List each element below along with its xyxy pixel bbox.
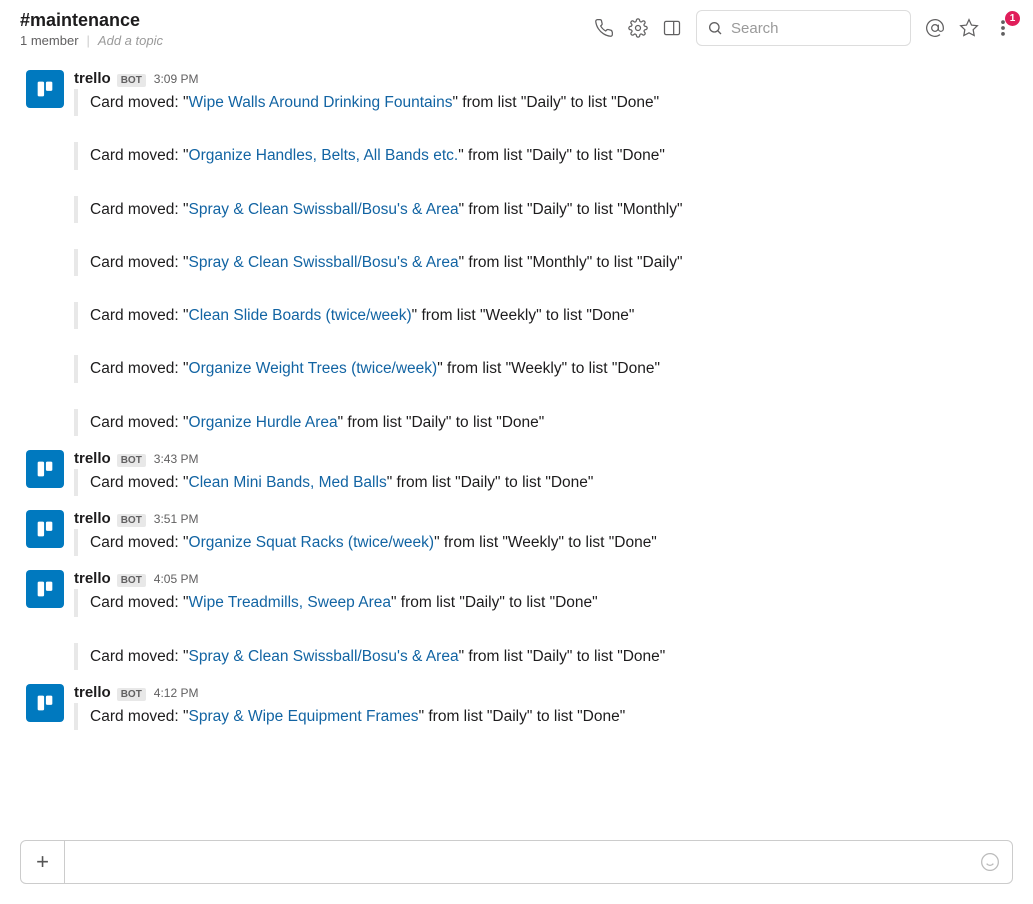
timestamp[interactable]: 4:05 PM: [154, 572, 199, 586]
sender-name[interactable]: trello: [74, 450, 111, 467]
message-header: trello BOT 4:05 PM: [74, 570, 1013, 587]
message-group: trello BOT 3:51 PM Card moved: "Organize…: [26, 510, 1013, 556]
card-link[interactable]: Spray & Clean Swissball/Bosu's & Area: [189, 254, 459, 271]
message-body: trello BOT 4:12 PM Card moved: "Spray & …: [74, 684, 1013, 730]
message-composer: +: [20, 840, 1013, 884]
message-list[interactable]: trello BOT 3:09 PM Card moved: "Wipe Wal…: [0, 56, 1033, 816]
message-group: trello BOT 3:09 PM Card moved: "Wipe Wal…: [26, 70, 1013, 436]
card-link[interactable]: Clean Mini Bands, Med Balls: [189, 474, 387, 491]
card-link[interactable]: Organize Weight Trees (twice/week): [189, 360, 438, 377]
message-group: trello BOT 4:05 PM Card moved: "Wipe Tre…: [26, 570, 1013, 670]
sender-name[interactable]: trello: [74, 70, 111, 87]
card-moved-attachment: Card moved: "Organize Weight Trees (twic…: [74, 355, 1013, 382]
timestamp[interactable]: 3:09 PM: [154, 72, 199, 86]
notification-badge: 1: [1005, 11, 1020, 26]
card-link[interactable]: Clean Slide Boards (twice/week): [189, 307, 412, 324]
card-moved-attachment: Card moved: "Wipe Treadmills, Sweep Area…: [74, 589, 1013, 616]
message-group: trello BOT 4:12 PM Card moved: "Spray & …: [26, 684, 1013, 730]
card-moved-attachment: Card moved: "Clean Mini Bands, Med Balls…: [74, 469, 1013, 496]
card-moved-attachment: Card moved: "Organize Squat Racks (twice…: [74, 529, 1013, 556]
add-topic-link[interactable]: Add a topic: [98, 33, 163, 48]
search-placeholder: Search: [731, 20, 779, 37]
card-link[interactable]: Organize Squat Racks (twice/week): [189, 534, 435, 551]
message-header: trello BOT 3:51 PM: [74, 510, 1013, 527]
mentions-icon[interactable]: [925, 18, 945, 38]
bot-tag: BOT: [117, 74, 146, 87]
message-body: trello BOT 3:51 PM Card moved: "Organize…: [74, 510, 1013, 556]
card-moved-attachment: Card moved: "Clean Slide Boards (twice/w…: [74, 302, 1013, 329]
channel-name[interactable]: #maintenance: [20, 10, 163, 31]
bot-tag: BOT: [117, 514, 146, 527]
card-link[interactable]: Organize Hurdle Area: [189, 414, 338, 431]
message-body: trello BOT 4:05 PM Card moved: "Wipe Tre…: [74, 570, 1013, 670]
phone-icon[interactable]: [594, 18, 614, 38]
sender-name[interactable]: trello: [74, 684, 111, 701]
more-menu-icon[interactable]: 1: [993, 18, 1013, 38]
star-icon[interactable]: [959, 18, 979, 38]
bot-tag: BOT: [117, 454, 146, 467]
timestamp[interactable]: 4:12 PM: [154, 686, 199, 700]
avatar[interactable]: [26, 510, 64, 548]
timestamp[interactable]: 3:43 PM: [154, 452, 199, 466]
card-moved-attachment: Card moved: "Organize Handles, Belts, Al…: [74, 142, 1013, 169]
member-count[interactable]: 1 member: [20, 33, 79, 48]
header-left: #maintenance 1 member | Add a topic: [20, 10, 163, 48]
card-link[interactable]: Spray & Wipe Equipment Frames: [189, 708, 419, 725]
message-group: trello BOT 3:43 PM Card moved: "Clean Mi…: [26, 450, 1013, 496]
message-body: trello BOT 3:43 PM Card moved: "Clean Mi…: [74, 450, 1013, 496]
card-link[interactable]: Wipe Walls Around Drinking Fountains: [189, 94, 453, 111]
message-header: trello BOT 3:09 PM: [74, 70, 1013, 87]
card-link[interactable]: Spray & Clean Swissball/Bosu's & Area: [189, 648, 459, 665]
message-body: trello BOT 3:09 PM Card moved: "Wipe Wal…: [74, 70, 1013, 436]
card-link[interactable]: Wipe Treadmills, Sweep Area: [189, 594, 391, 611]
message-header: trello BOT 4:12 PM: [74, 684, 1013, 701]
search-input[interactable]: Search: [696, 10, 911, 46]
channel-header: #maintenance 1 member | Add a topic Sear…: [0, 0, 1033, 56]
avatar[interactable]: [26, 70, 64, 108]
card-moved-attachment: Card moved: "Organize Hurdle Area" from …: [74, 409, 1013, 436]
card-moved-attachment: Card moved: "Spray & Clean Swissball/Bos…: [74, 643, 1013, 670]
sidebar-toggle-icon[interactable]: [662, 18, 682, 38]
sender-name[interactable]: trello: [74, 510, 111, 527]
emoji-icon[interactable]: [968, 841, 1012, 883]
avatar[interactable]: [26, 450, 64, 488]
header-right: Search 1: [594, 10, 1013, 46]
bot-tag: BOT: [117, 574, 146, 587]
avatar[interactable]: [26, 684, 64, 722]
composer-input[interactable]: [65, 841, 968, 883]
attach-button[interactable]: +: [21, 841, 65, 883]
card-moved-attachment: Card moved: "Spray & Clean Swissball/Bos…: [74, 249, 1013, 276]
timestamp[interactable]: 3:51 PM: [154, 512, 199, 526]
card-link[interactable]: Spray & Clean Swissball/Bosu's & Area: [189, 201, 459, 218]
bot-tag: BOT: [117, 688, 146, 701]
card-link[interactable]: Organize Handles, Belts, All Bands etc.: [189, 147, 459, 164]
sender-name[interactable]: trello: [74, 570, 111, 587]
message-header: trello BOT 3:43 PM: [74, 450, 1013, 467]
channel-meta: 1 member | Add a topic: [20, 33, 163, 48]
card-moved-attachment: Card moved: "Wipe Walls Around Drinking …: [74, 89, 1013, 116]
gear-icon[interactable]: [628, 18, 648, 38]
avatar[interactable]: [26, 570, 64, 608]
card-moved-attachment: Card moved: "Spray & Clean Swissball/Bos…: [74, 196, 1013, 223]
card-moved-attachment: Card moved: "Spray & Wipe Equipment Fram…: [74, 703, 1013, 730]
meta-separator: |: [87, 33, 90, 48]
